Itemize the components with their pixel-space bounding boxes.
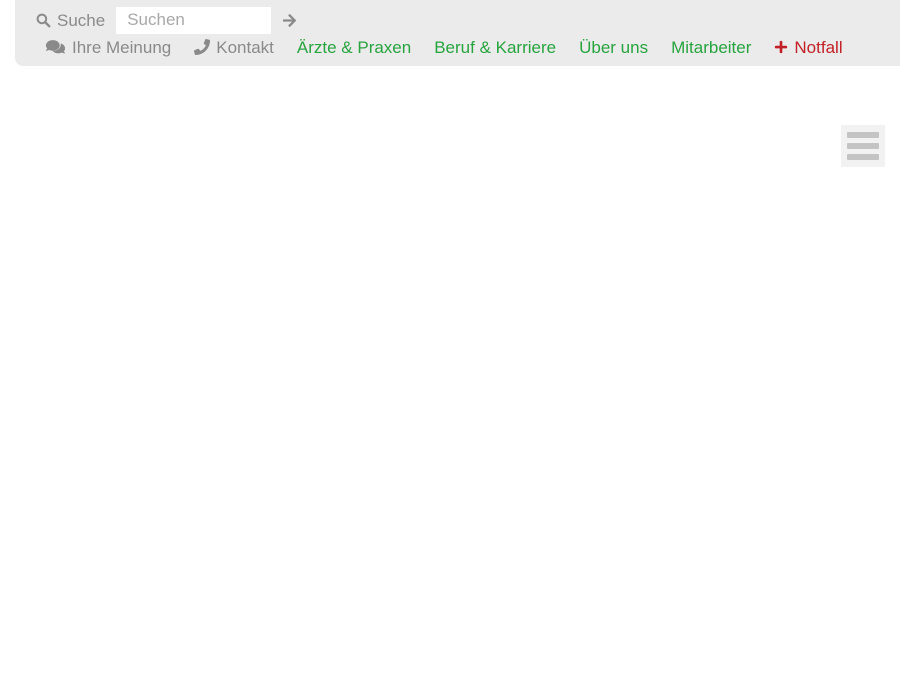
search-label-text: Suche <box>57 12 105 29</box>
nav-item-aerzte-praxen[interactable]: Ärzte & Praxen <box>297 39 411 56</box>
nav-item-ihre-meinung[interactable]: Ihre Meinung <box>45 39 171 56</box>
search-row: Suche <box>36 6 298 34</box>
nav-item-label: Notfall <box>794 39 842 56</box>
nav-item-label: Kontakt <box>216 39 274 56</box>
nav-item-label: Ihre Meinung <box>72 39 171 56</box>
hamburger-bar <box>847 143 879 149</box>
nav-item-notfall[interactable]: Notfall <box>774 39 842 56</box>
nav-item-label: Ärzte & Praxen <box>297 39 411 56</box>
menu-button[interactable] <box>841 125 885 167</box>
top-nav: Ihre Meinung Kontakt Ärzte & Praxen Beru… <box>45 36 890 58</box>
arrow-right-icon <box>281 13 298 28</box>
hamburger-icon <box>847 132 879 160</box>
nav-item-ueber-uns[interactable]: Über uns <box>579 39 648 56</box>
hamburger-bar <box>847 154 879 160</box>
phone-icon <box>194 39 210 55</box>
comments-icon <box>45 39 66 56</box>
nav-item-kontakt[interactable]: Kontakt <box>194 39 274 56</box>
nav-item-beruf-karriere[interactable]: Beruf & Karriere <box>434 39 556 56</box>
search-submit-button[interactable] <box>281 13 298 28</box>
search-label: Suche <box>36 12 105 29</box>
nav-item-mitarbeiter[interactable]: Mitarbeiter <box>671 39 751 56</box>
hamburger-bar <box>847 132 879 138</box>
search-icon <box>36 13 51 28</box>
top-bar: Suche Ihre Meinung <box>15 0 900 66</box>
plus-icon <box>774 40 788 54</box>
nav-item-label: Beruf & Karriere <box>434 39 556 56</box>
page: Suche Ihre Meinung <box>0 0 900 700</box>
nav-item-label: Mitarbeiter <box>671 39 751 56</box>
search-input[interactable] <box>116 7 271 34</box>
nav-item-label: Über uns <box>579 39 648 56</box>
